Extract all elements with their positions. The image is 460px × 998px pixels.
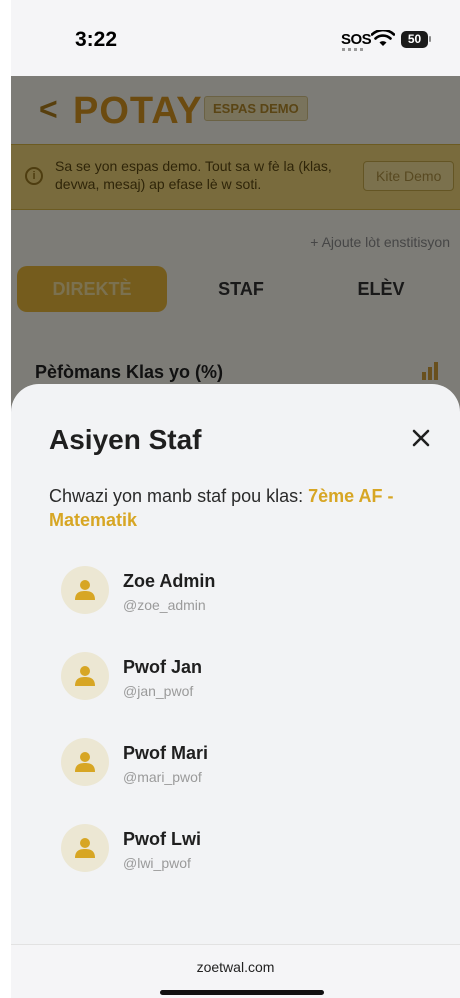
staff-username: @mari_pwof (123, 769, 202, 785)
avatar (61, 566, 109, 614)
staff-item[interactable]: Pwof Mari @mari_pwof (61, 738, 441, 824)
status-time: 3:22 (75, 28, 118, 51)
staff-name: Zoe Admin (123, 571, 216, 591)
staff-item[interactable]: Zoe Admin @zoe_admin (61, 566, 441, 652)
browser-footer: zoetwal.com (11, 944, 460, 998)
signal-dots (342, 48, 366, 51)
staff-item[interactable]: Pwof Jan @jan_pwof (61, 652, 441, 738)
avatar (61, 652, 109, 700)
user-icon (75, 666, 95, 686)
sheet-subtitle: Chwazi yon manb staf pou klas: 7ème AF -… (49, 484, 439, 532)
user-icon (75, 838, 95, 858)
status-bar: 3:22 SOS 50 (11, 0, 460, 76)
url-domain[interactable]: zoetwal.com (11, 959, 460, 975)
staff-name: Pwof Mari (123, 743, 209, 763)
staff-name: Pwof Lwi (123, 829, 201, 849)
avatar (61, 738, 109, 786)
avatar (61, 824, 109, 872)
battery-icon: 50 (401, 31, 428, 48)
battery-tip (429, 36, 431, 42)
assign-staff-sheet: Asiyen Staf Chwazi yon manb staf pou kla… (11, 384, 460, 944)
user-icon (75, 580, 95, 600)
sos-indicator: SOS (341, 31, 372, 48)
staff-name: Pwof Jan (123, 657, 203, 677)
staff-username: @lwi_pwof (123, 855, 191, 871)
close-icon[interactable] (407, 424, 435, 452)
home-indicator[interactable] (160, 990, 324, 995)
phone-screen: 3:22 SOS 50 < POTAY ESPAS DEMO i Sa se y… (11, 0, 460, 998)
user-icon (75, 752, 95, 772)
staff-username: @zoe_admin (123, 597, 206, 613)
wifi-icon (371, 30, 395, 46)
subtitle-prefix: Chwazi yon manb staf pou klas: (49, 486, 309, 506)
staff-username: @jan_pwof (123, 683, 194, 699)
sheet-title: Asiyen Staf (49, 424, 202, 455)
staff-item[interactable]: Pwof Lwi @lwi_pwof (61, 824, 441, 910)
staff-list: Zoe Admin @zoe_admin Pwof Jan @jan_pwof … (61, 566, 441, 910)
